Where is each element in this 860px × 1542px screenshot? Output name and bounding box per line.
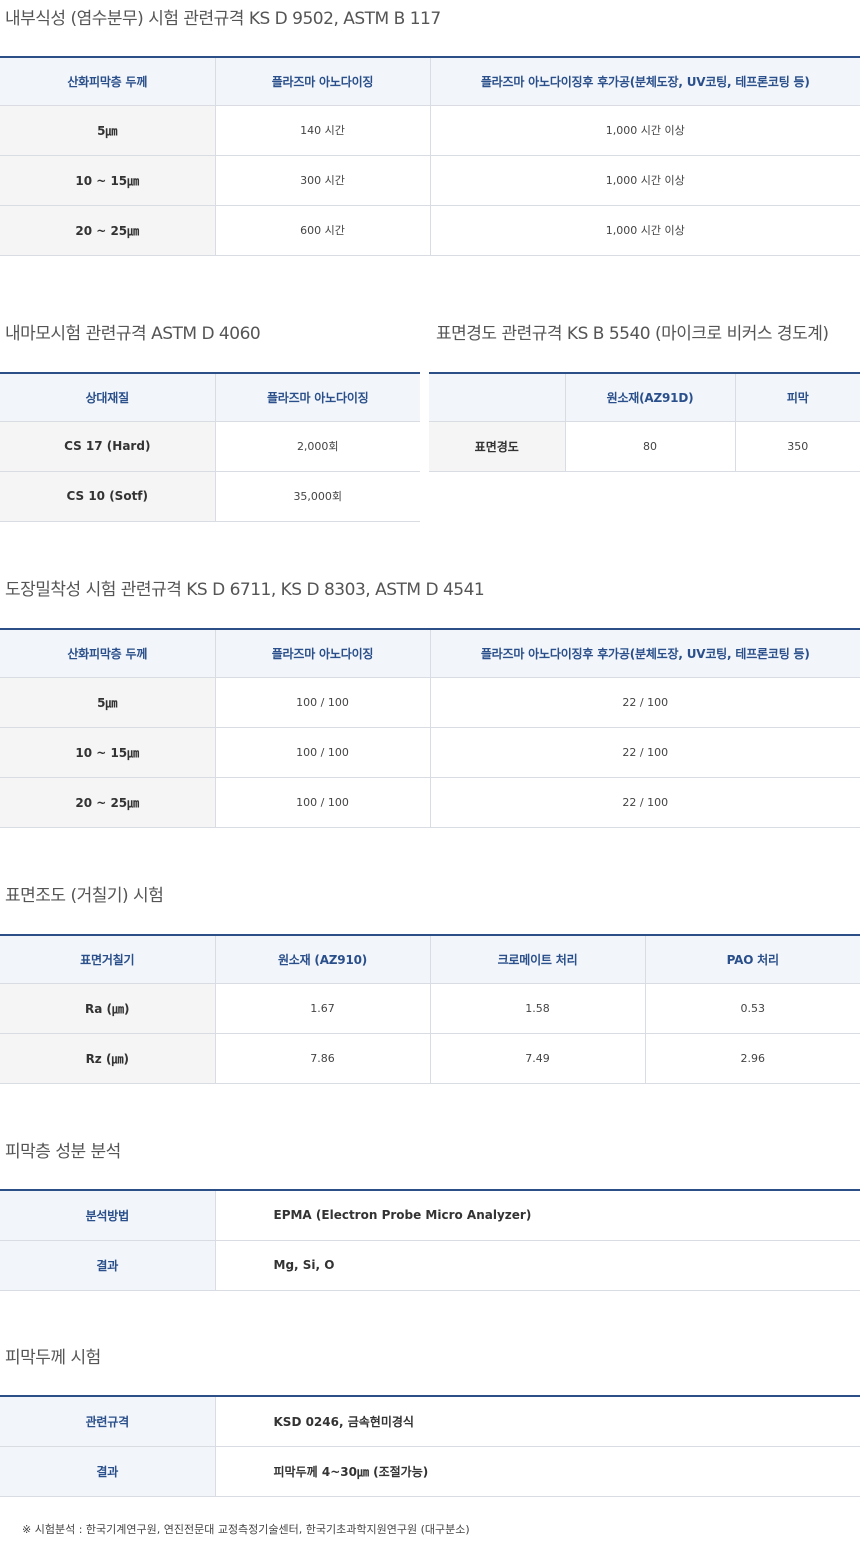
column-header (429, 373, 565, 422)
table-row: Rz (㎛) 7.86 7.49 2.96 (0, 1033, 860, 1084)
table-row: Ra (㎛) 1.67 1.58 0.53 (0, 983, 860, 1034)
table-header-row: 산화피막층 두께 플라즈마 아노다이징 플라즈마 아노다이징후 후가공(분체도장… (0, 57, 860, 106)
row-label: 5㎛ (0, 105, 215, 156)
row-label: CS 17 (Hard) (0, 421, 215, 472)
table-cell: 100 / 100 (214, 727, 430, 778)
table-cell: 1.58 (429, 983, 645, 1034)
row-label: Ra (㎛) (0, 983, 215, 1034)
column-header: 상대재질 (0, 373, 215, 422)
row-label: 5㎛ (0, 677, 215, 728)
table-cell: KSD 0246, 금속현미경식 (214, 1396, 860, 1447)
table-cell: 0.53 (644, 983, 860, 1034)
thickness-table: 관련규격 KSD 0246, 금속현미경식 결과 피막두께 4~30㎛ (조절가… (0, 1395, 860, 1497)
table-cell: 22 / 100 (429, 777, 860, 828)
row-header: 분석방법 (0, 1190, 215, 1241)
table-cell: 1.67 (214, 983, 430, 1034)
table-cell: 1,000 시간 이상 (429, 155, 860, 206)
row-header: 결과 (0, 1446, 215, 1497)
table-cell: 100 / 100 (214, 777, 430, 828)
column-header: 플라즈마 아노다이징후 후가공(분체도장, UV코팅, 테프론코팅 등) (429, 629, 860, 678)
table-cell: 350 (734, 421, 860, 472)
table-cell: 7.49 (429, 1033, 645, 1084)
composition-table: 분석방법 EPMA (Electron Probe Micro Analyzer… (0, 1189, 860, 1291)
column-header: 원소재(AZ91D) (564, 373, 735, 422)
table-row: 5㎛ 140 시간 1,000 시간 이상 (0, 105, 860, 156)
table-header-row: 산화피막층 두께 플라즈마 아노다이징 플라즈마 아노다이징후 후가공(분체도장… (0, 629, 860, 678)
table-row: 20 ~ 25㎛ 600 시간 1,000 시간 이상 (0, 205, 860, 256)
column-header: 플라즈마 아노다이징 (214, 57, 430, 106)
row-label: 10 ~ 15㎛ (0, 155, 215, 206)
table-row: 10 ~ 15㎛ 100 / 100 22 / 100 (0, 727, 860, 778)
table-cell: 80 (564, 421, 735, 472)
table-cell: 100 / 100 (214, 677, 430, 728)
table-cell: 600 시간 (214, 205, 430, 256)
corrosion-title: 내부식성 (염수분무) 시험 관련규격 KS D 9502, ASTM B 11… (5, 9, 441, 29)
column-header: PAO 처리 (644, 935, 860, 984)
row-header: 결과 (0, 1240, 215, 1291)
table-row: 10 ~ 15㎛ 300 시간 1,000 시간 이상 (0, 155, 860, 206)
row-label: Rz (㎛) (0, 1033, 215, 1084)
adhesion-title: 도장밀착성 시험 관련규격 KS D 6711, KS D 8303, ASTM… (5, 580, 485, 600)
column-header: 플라즈마 아노다이징 (214, 629, 430, 678)
abrasion-title: 내마모시험 관련규격 ASTM D 4060 (5, 324, 261, 344)
table-row: CS 10 (Sotf) 35,000회 (0, 471, 420, 522)
table-cell: 피막두께 4~30㎛ (조절가능) (214, 1446, 860, 1497)
table-cell: 2.96 (644, 1033, 860, 1084)
table-cell: 35,000회 (214, 471, 420, 522)
row-header: 관련규격 (0, 1396, 215, 1447)
table-cell: 22 / 100 (429, 677, 860, 728)
column-header: 크로메이트 처리 (429, 935, 645, 984)
row-label: 20 ~ 25㎛ (0, 777, 215, 828)
table-cell: 140 시간 (214, 105, 430, 156)
table-row: 관련규격 KSD 0246, 금속현미경식 (0, 1396, 860, 1447)
thickness-title: 피막두께 시험 (5, 1348, 101, 1368)
roughness-table: 표면거칠기 원소재 (AZ910) 크로메이트 처리 PAO 처리 Ra (㎛)… (0, 934, 860, 1084)
table-row: 결과 피막두께 4~30㎛ (조절가능) (0, 1446, 860, 1497)
hardness-table: 원소재(AZ91D) 피막 표면경도 80 350 (429, 372, 860, 472)
table-cell: 300 시간 (214, 155, 430, 206)
table-cell: Mg, Si, O (214, 1240, 860, 1291)
table-row: 5㎛ 100 / 100 22 / 100 (0, 677, 860, 728)
column-header: 플라즈마 아노다이징후 후가공(분체도장, UV코팅, 테프론코팅 등) (429, 57, 860, 106)
column-header: 산화피막층 두께 (0, 629, 215, 678)
table-cell: EPMA (Electron Probe Micro Analyzer) (214, 1190, 860, 1241)
table-header-row: 상대재질 플라즈마 아노다이징 (0, 373, 420, 422)
composition-title: 피막층 성분 분석 (5, 1142, 121, 1162)
table-cell: 7.86 (214, 1033, 430, 1084)
row-label: 표면경도 (429, 421, 565, 472)
corrosion-table: 산화피막층 두께 플라즈마 아노다이징 플라즈마 아노다이징후 후가공(분체도장… (0, 56, 860, 256)
table-row: 결과 Mg, Si, O (0, 1240, 860, 1291)
table-cell: 22 / 100 (429, 727, 860, 778)
table-header-row: 원소재(AZ91D) 피막 (429, 373, 860, 422)
table-row: 분석방법 EPMA (Electron Probe Micro Analyzer… (0, 1190, 860, 1241)
table-row: CS 17 (Hard) 2,000회 (0, 421, 420, 472)
row-label: CS 10 (Sotf) (0, 471, 215, 522)
adhesion-table: 산화피막층 두께 플라즈마 아노다이징 플라즈마 아노다이징후 후가공(분체도장… (0, 628, 860, 828)
table-header-row: 표면거칠기 원소재 (AZ910) 크로메이트 처리 PAO 처리 (0, 935, 860, 984)
table-row: 20 ~ 25㎛ 100 / 100 22 / 100 (0, 777, 860, 828)
hardness-title: 표면경도 관련규격 KS B 5540 (마이크로 비커스 경도계) (436, 324, 829, 344)
abrasion-table: 상대재질 플라즈마 아노다이징 CS 17 (Hard) 2,000회 CS 1… (0, 372, 420, 522)
column-header: 산화피막층 두께 (0, 57, 215, 106)
table-cell: 1,000 시간 이상 (429, 205, 860, 256)
row-label: 10 ~ 15㎛ (0, 727, 215, 778)
row-label: 20 ~ 25㎛ (0, 205, 215, 256)
table-row: 표면경도 80 350 (429, 421, 860, 472)
test-footnote: ※ 시험분석 : 한국기계연구원, 연진전문대 교정측정기술센터, 한국기초과학… (22, 1523, 470, 1536)
column-header: 표면거칠기 (0, 935, 215, 984)
roughness-title: 표면조도 (거칠기) 시험 (5, 886, 164, 906)
column-header: 플라즈마 아노다이징 (214, 373, 420, 422)
table-cell: 2,000회 (214, 421, 420, 472)
column-header: 피막 (734, 373, 860, 422)
column-header: 원소재 (AZ910) (214, 935, 430, 984)
table-cell: 1,000 시간 이상 (429, 105, 860, 156)
